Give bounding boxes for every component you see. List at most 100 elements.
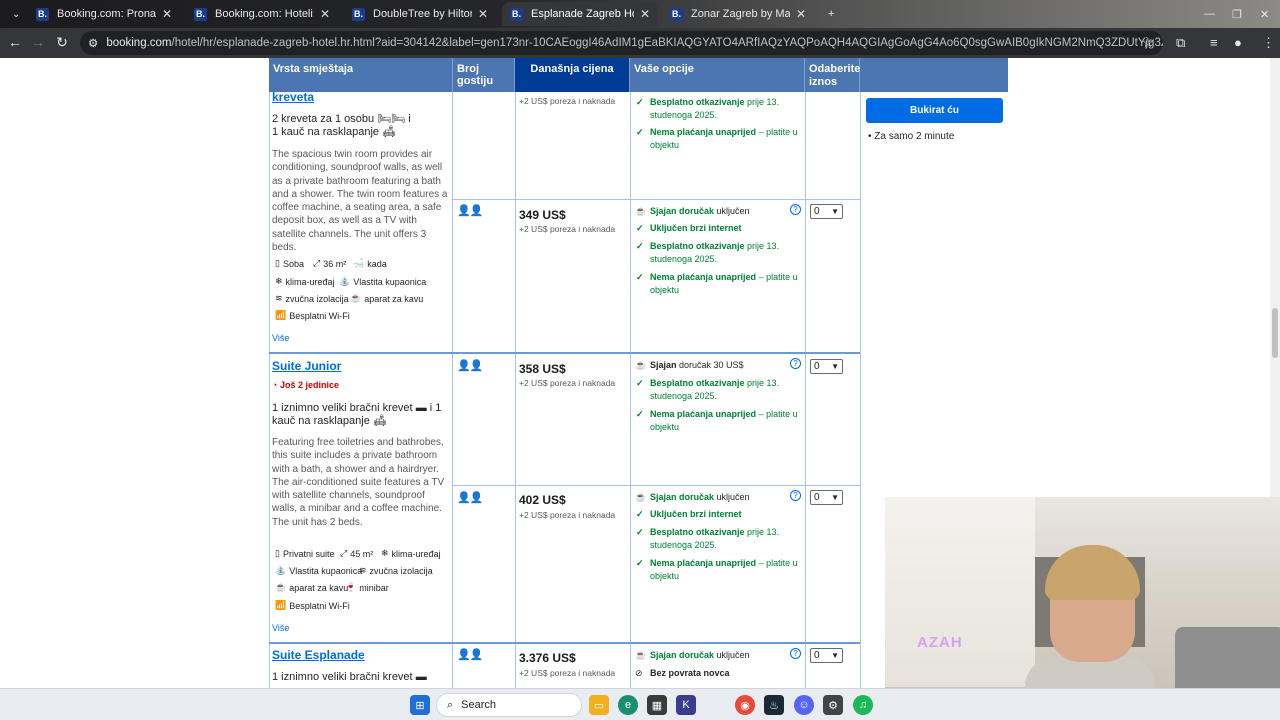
feature-wifi: 📶 Besplatni Wi-Fi bbox=[275, 600, 350, 611]
close-icon[interactable]: ✕ bbox=[796, 7, 806, 21]
minimize-icon[interactable]: — bbox=[1196, 2, 1216, 26]
room-divider bbox=[269, 352, 860, 354]
close-icon[interactable]: ✕ bbox=[478, 7, 488, 21]
room-name-link[interactable]: kreveta bbox=[272, 90, 314, 104]
forward-icon[interactable]: → bbox=[26, 34, 50, 50]
header-room-type: Vrsta smještaja bbox=[269, 58, 453, 92]
size-icon: ⤢ bbox=[313, 258, 321, 268]
extensions-icon[interactable]: ⧉ bbox=[1176, 35, 1185, 51]
menu-icon[interactable]: ⋮ bbox=[1262, 35, 1275, 51]
feature-coffee: ☕ aparat za kavu bbox=[350, 293, 424, 304]
app-icon[interactable]: K bbox=[676, 695, 696, 715]
check-icon: ✓ bbox=[636, 509, 644, 519]
close-icon[interactable]: ✕ bbox=[320, 7, 330, 21]
maximize-icon[interactable]: ❐ bbox=[1224, 2, 1244, 26]
taskbar-search[interactable]: ⌕ Search bbox=[436, 693, 582, 717]
free-cancel-option: ✓ Besplatno otkazivanje prije 13. studen… bbox=[636, 378, 780, 401]
quantity-select[interactable]: 0 ▼ bbox=[810, 204, 843, 219]
bookmark-star-icon[interactable]: ☆ bbox=[1142, 35, 1154, 51]
new-tab-button[interactable]: + bbox=[820, 2, 840, 26]
room-icon: ▯ bbox=[275, 548, 280, 558]
coffee-machine-icon: ☕ bbox=[350, 293, 362, 303]
book-button[interactable]: Bukirat ću bbox=[866, 98, 1003, 123]
soundproof-icon: ≋ bbox=[275, 293, 283, 303]
shower-icon: ⛲ bbox=[275, 565, 287, 575]
steam-icon[interactable]: ♨ bbox=[764, 695, 784, 715]
help-icon[interactable]: ? bbox=[790, 648, 801, 659]
booking-favicon-icon: B. bbox=[194, 7, 207, 21]
help-icon[interactable]: ? bbox=[790, 490, 801, 501]
browser-toolbar: ← → ↻ ⚙ booking.com/hotel/hr/esplanade-z… bbox=[0, 28, 1280, 58]
chevron-down-icon: ▼ bbox=[831, 651, 839, 660]
tab-3[interactable]: B. DoubleTree by Hilton Zagreb ✕ bbox=[344, 2, 496, 26]
room-divider bbox=[269, 642, 860, 644]
double-bed-icon: ▬ bbox=[415, 671, 427, 683]
profile-avatar[interactable]: ● bbox=[1234, 35, 1242, 50]
scroll-thumb[interactable] bbox=[1272, 308, 1278, 358]
check-icon: ✓ bbox=[636, 409, 644, 419]
guests-2-icon: 👤👤 bbox=[457, 360, 483, 372]
more-link[interactable]: Više bbox=[272, 623, 289, 633]
sofa-bed-icon: 🛋 bbox=[382, 126, 397, 138]
tab-4-active[interactable]: B. Esplanade Zagreb Hotel, Zagreb ✕ bbox=[502, 2, 658, 26]
close-icon[interactable]: ✕ bbox=[162, 7, 172, 21]
tab-strip: ⌄ B. Booking.com: Pronađeni rezult ✕ B. … bbox=[0, 0, 1280, 28]
tax-note: +2 US$ poreza i naknada bbox=[519, 96, 616, 106]
availability-badge: ◔ Još 2 jedinice bbox=[272, 380, 339, 390]
guests-2-icon: 👤👤 bbox=[457, 205, 483, 217]
feature-wifi: 📶 Besplatni Wi-Fi bbox=[275, 310, 350, 321]
close-icon[interactable]: ✕ bbox=[640, 7, 650, 21]
room-name-link[interactable]: Suite Junior bbox=[272, 359, 341, 373]
discord-icon[interactable]: ☺ bbox=[794, 695, 814, 715]
header-select: Odaberite iznos bbox=[805, 58, 860, 92]
booking-favicon-icon: B. bbox=[510, 7, 523, 21]
coffee-machine-icon: ☕ bbox=[275, 582, 287, 592]
offer-divider bbox=[452, 485, 860, 486]
guests-2-icon: 👤👤 bbox=[457, 649, 483, 661]
reload-icon[interactable]: ↻ bbox=[50, 34, 74, 51]
address-bar[interactable]: ⚙ booking.com/hotel/hr/esplanade-zagreb-… bbox=[80, 31, 1163, 55]
quantity-select[interactable]: 0 ▼ bbox=[810, 648, 843, 663]
windows-start-icon[interactable]: ⊞ bbox=[410, 695, 430, 715]
tab-2[interactable]: B. Booking.com: Hoteli: Zagreb ✕ bbox=[186, 2, 338, 26]
bath-icon: 🛁 bbox=[353, 258, 365, 268]
sofa-bed-icon: 🛋 bbox=[372, 415, 387, 427]
table-border-left bbox=[269, 92, 270, 688]
webcam-overlay: AZAH bbox=[885, 497, 1280, 720]
store-icon[interactable]: ▦ bbox=[647, 695, 667, 715]
browser-chrome: ⌄ B. Booking.com: Pronađeni rezult ✕ B. … bbox=[0, 0, 1280, 58]
size-icon: ⤢ bbox=[340, 548, 348, 558]
check-icon: ✓ bbox=[636, 127, 644, 137]
wifi-icon: 📶 bbox=[275, 600, 287, 610]
table-divider bbox=[452, 92, 453, 688]
url-host: booking.com bbox=[106, 37, 172, 49]
feature-suite: ▯ Privatni suite bbox=[275, 548, 335, 559]
feature-bathroom: ⛲ Vlastita kupaonica bbox=[275, 565, 363, 576]
back-icon[interactable]: ← bbox=[3, 34, 27, 50]
tab-1[interactable]: B. Booking.com: Pronađeni rezult ✕ bbox=[28, 2, 180, 26]
booking-favicon-icon: B. bbox=[352, 7, 365, 21]
help-icon[interactable]: ? bbox=[790, 204, 801, 215]
edge-icon[interactable]: e bbox=[618, 695, 638, 715]
site-info-icon[interactable]: ⚙ bbox=[88, 36, 98, 50]
media-icon[interactable]: ≡ bbox=[1210, 35, 1218, 50]
quantity-select[interactable]: 0 ▼ bbox=[810, 490, 843, 505]
price: 402 US$ bbox=[519, 493, 566, 507]
file-explorer-icon[interactable]: ▭ bbox=[589, 695, 609, 715]
chevron-down-icon: ▼ bbox=[831, 493, 839, 502]
chrome-icon[interactable]: ◉ bbox=[735, 695, 755, 715]
spotify-icon[interactable]: ♫ bbox=[853, 695, 873, 715]
booking-favicon-icon: B. bbox=[670, 7, 683, 21]
help-icon[interactable]: ? bbox=[790, 358, 801, 369]
settings-icon[interactable]: ⚙ bbox=[823, 695, 843, 715]
tab-search-button[interactable]: ⌄ bbox=[4, 2, 24, 26]
close-window-icon[interactable]: ✕ bbox=[1252, 2, 1272, 26]
windows-taskbar: ⊞ ⌕ Search ▭ e ▦ K ◉ ♨ ☺ ⚙ ♫ bbox=[0, 688, 1280, 720]
feature-soundproof: ≋ zvučna izolacija bbox=[275, 293, 349, 304]
no-prepay-option: ✓ Nema plaćanja unaprijed – platite u ob… bbox=[636, 558, 798, 581]
room-name-link[interactable]: Suite Esplanade bbox=[272, 648, 365, 662]
tab-5[interactable]: B. Zonar Zagreb by Maistra City ✕ bbox=[662, 2, 814, 26]
no-refund-option: ⊘ Bez povrata novca bbox=[635, 668, 730, 678]
more-link[interactable]: Više bbox=[272, 333, 289, 343]
quantity-select[interactable]: 0 ▼ bbox=[810, 359, 843, 374]
